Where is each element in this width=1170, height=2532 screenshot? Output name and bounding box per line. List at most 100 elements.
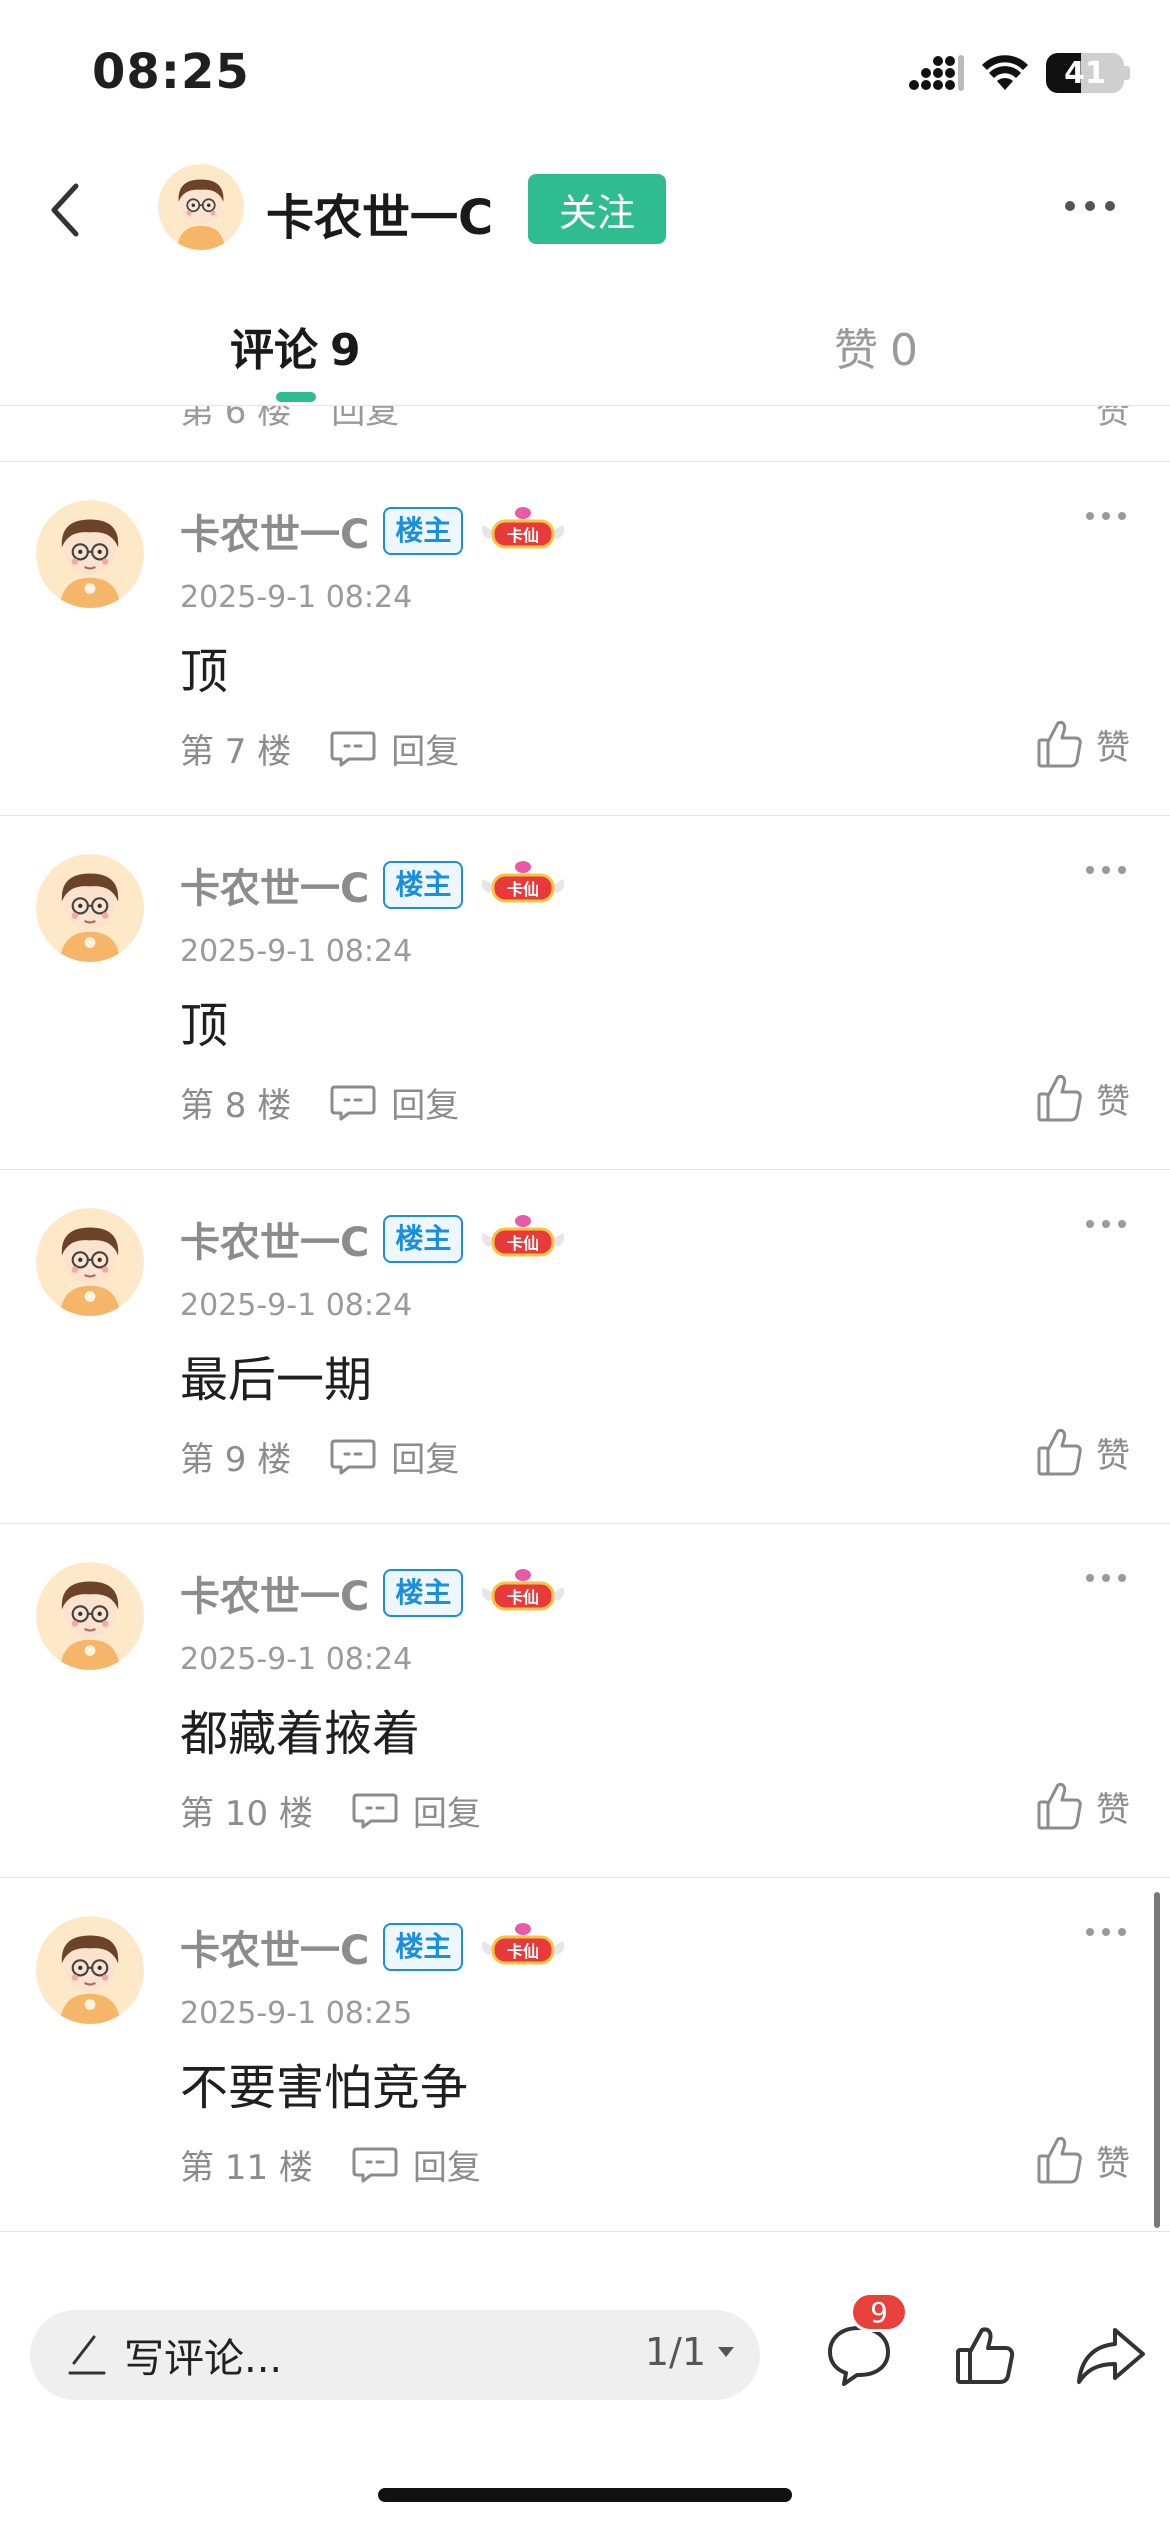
comment-footer: 第 11 楼 回复: [180, 2140, 481, 2189]
rank-badge-label: 卡仙: [507, 880, 539, 899]
write-comment-input[interactable]: 写评论... 1/1: [30, 2310, 760, 2400]
rank-badge-label: 卡仙: [507, 1942, 539, 1961]
commenter-avatar[interactable]: [36, 1916, 144, 2024]
like-button[interactable]: 赞: [1036, 718, 1130, 770]
floor-number: 第 11 楼: [180, 2148, 313, 2188]
back-button[interactable]: [26, 170, 106, 250]
like-label: 赞: [1096, 1789, 1130, 1830]
tab-comments-count: 9: [330, 325, 361, 376]
commenter-info: 卡农世一C 楼主 卡仙: [180, 856, 569, 914]
share-button[interactable]: [1066, 2310, 1156, 2400]
thumbs-up-icon: [1037, 1429, 1082, 1476]
avatar-image: [36, 1562, 144, 1670]
thumbs-up-icon: [1037, 2137, 1082, 2184]
avatar-image: [36, 1208, 144, 1316]
commenter-name[interactable]: 卡农世一C: [180, 856, 369, 914]
more-dot: [1065, 201, 1075, 211]
tab-bar: 评论 9 赞 0: [0, 300, 1170, 406]
thumbs-up-icon: [1037, 721, 1082, 768]
comment-item[interactable]: 卡农世一C 楼主 卡仙 2025-9-1 08:24 顶 第 7 楼 回复 赞: [0, 462, 1170, 816]
comment-time: 2025-9-1 08:24: [180, 580, 413, 615]
like-label: 赞: [1096, 406, 1130, 432]
like-label: 赞: [1096, 1081, 1130, 1122]
author-name[interactable]: 卡农世一C: [266, 178, 493, 248]
comment-footer: 第 8 楼 回复: [180, 1078, 459, 1127]
commenter-info: 卡农世一C 楼主 卡仙: [180, 1564, 569, 1622]
floor-number: 第 6 楼: [180, 406, 292, 432]
commenter-avatar[interactable]: [36, 500, 144, 608]
host-badge: 楼主: [383, 507, 464, 555]
partial-comment: 第 6 楼 回复 赞: [0, 406, 1170, 462]
host-badge: 楼主: [383, 1923, 464, 1971]
like-post-button[interactable]: [940, 2310, 1030, 2400]
floor-number: 第 10 楼: [180, 1794, 313, 1834]
comment-more-button[interactable]: [1086, 1220, 1126, 1228]
comment-item[interactable]: 卡农世一C 楼主 卡仙 2025-9-1 08:24 顶 第 8 楼 回复 赞: [0, 816, 1170, 1170]
tab-likes-count: 0: [890, 325, 918, 376]
reply-bubble-icon: [330, 1085, 376, 1120]
comment-more-button[interactable]: [1086, 1574, 1126, 1582]
avatar-image: [36, 854, 144, 962]
like-button[interactable]: 赞: [1036, 1780, 1130, 1832]
like-button[interactable]: 赞: [1036, 1426, 1130, 1478]
tab-likes-label: 赞: [834, 325, 878, 376]
page-selector[interactable]: 1/1: [645, 2330, 736, 2374]
reply-button[interactable]: 回复: [329, 1432, 459, 1481]
reply-button[interactable]: 回复: [329, 1078, 459, 1127]
crown-badge-icon: 卡仙: [482, 507, 565, 549]
post-header: 卡农世一C 关注: [0, 140, 1170, 280]
pen-icon: [68, 2335, 106, 2375]
commenter-name[interactable]: 卡农世一C: [180, 1918, 369, 1976]
comment-more-button[interactable]: [1086, 866, 1126, 874]
comment-count-badge: 9: [850, 2292, 908, 2332]
commenter-avatar[interactable]: [36, 1208, 144, 1316]
avatar-image: [158, 164, 244, 250]
crown-badge-icon: 卡仙: [482, 1569, 565, 1611]
bottom-action-bar: 写评论... 1/1 9: [0, 2292, 1170, 2420]
status-icons: 41: [908, 50, 1130, 96]
comment-text: 最后一期: [180, 1352, 373, 1408]
commenter-info: 卡农世一C 楼主 卡仙: [180, 1918, 569, 1976]
tab-comments[interactable]: 评论 9: [230, 314, 361, 378]
status-bar: 08:25 41: [0, 0, 1170, 140]
follow-button[interactable]: 关注: [528, 174, 666, 244]
floor-number: 第 9 楼: [180, 1440, 292, 1480]
wifi-icon: [982, 55, 1028, 90]
comment-footer: 第 7 楼 回复: [180, 724, 459, 773]
crown-badge-icon: 卡仙: [482, 861, 565, 903]
author-avatar[interactable]: [158, 164, 244, 250]
reply-button[interactable]: 回复: [351, 2140, 481, 2189]
tab-likes[interactable]: 赞 0: [834, 314, 918, 378]
reply-label: 回复: [391, 1440, 460, 1480]
like-label: 赞: [1096, 2143, 1130, 2184]
more-options-button[interactable]: [1050, 176, 1130, 236]
comment-item[interactable]: 卡农世一C 楼主 卡仙 2025-9-1 08:25 不要害怕竞争 第 11 楼: [0, 1878, 1170, 2232]
scrollbar[interactable]: [1154, 1892, 1160, 2228]
rank-badge-label: 卡仙: [507, 1234, 539, 1253]
comment-item[interactable]: 卡农世一C 楼主 卡仙 2025-9-1 08:24 最后一期 第 9 楼 回复…: [0, 1170, 1170, 1524]
home-indicator: [378, 2488, 792, 2502]
reply-button[interactable]: 回复: [351, 1786, 481, 1835]
reply-button[interactable]: 回复: [331, 406, 399, 433]
commenter-avatar[interactable]: [36, 854, 144, 962]
comment-text: 都藏着掖着: [180, 1706, 421, 1762]
commenter-name[interactable]: 卡农世一C: [180, 502, 369, 560]
comment-footer: 第 9 楼 回复: [180, 1432, 459, 1481]
battery-icon: 41: [1046, 53, 1130, 93]
comments-button[interactable]: 9: [814, 2292, 908, 2400]
comment-footer: 第 10 楼 回复: [180, 1786, 481, 1835]
reply-button[interactable]: 回复: [329, 724, 459, 773]
thumbs-up-icon: [956, 2327, 1015, 2384]
commenter-name[interactable]: 卡农世一C: [180, 1564, 369, 1622]
like-button[interactable]: 赞: [1036, 2134, 1130, 2186]
commenter-avatar[interactable]: [36, 1562, 144, 1670]
commenter-name[interactable]: 卡农世一C: [180, 1210, 369, 1268]
comment-more-button[interactable]: [1086, 1928, 1126, 1936]
comment-more-button[interactable]: [1086, 512, 1126, 520]
active-tab-indicator: [276, 392, 316, 402]
reply-bubble-icon: [330, 1439, 376, 1474]
like-label: 赞: [1096, 727, 1130, 768]
like-button[interactable]: 赞: [1036, 1072, 1130, 1124]
like-button[interactable]: 赞: [1096, 406, 1130, 433]
comment-item[interactable]: 卡农世一C 楼主 卡仙 2025-9-1 08:24 都藏着掖着 第 10 楼: [0, 1524, 1170, 1878]
